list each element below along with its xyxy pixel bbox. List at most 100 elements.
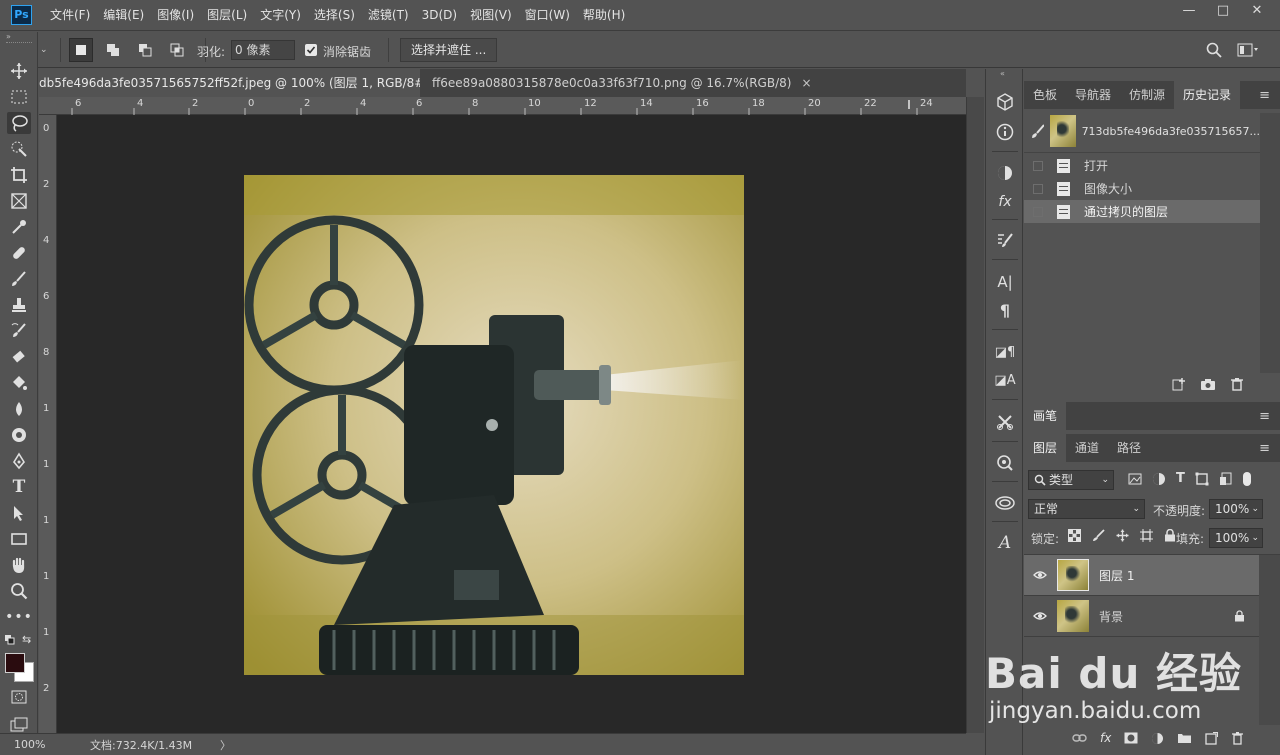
tab-paths[interactable]: 路径 (1108, 434, 1150, 462)
menu-filter[interactable]: 滤镜(T) (368, 0, 409, 31)
vertical-scrollbar[interactable] (966, 97, 984, 733)
add-selection-button[interactable] (101, 38, 125, 62)
lock-artboard-icon[interactable] (1140, 529, 1153, 542)
marquee-tool-icon[interactable] (7, 86, 31, 108)
filter-toggle-switch[interactable] (1242, 472, 1251, 486)
tab-document-2[interactable]: ff6ee89a0880315878e0c0a33f63f710.png @ 1… (420, 69, 822, 97)
eye-icon[interactable] (1033, 570, 1047, 580)
collapse-icon[interactable]: » (6, 32, 11, 41)
history-source-checkbox[interactable] (1033, 183, 1043, 194)
clone-stamp-tool-icon[interactable] (7, 294, 31, 316)
paint-bucket-tool-icon[interactable] (7, 372, 31, 394)
adjustment-layer-filter-icon[interactable] (1152, 472, 1166, 486)
history-source-checkbox[interactable] (1033, 206, 1043, 217)
zoom-tool-icon[interactable] (7, 580, 31, 602)
history-snapshot[interactable]: 713db5fe496da3fe035715657... (1024, 113, 1260, 149)
canvas-area[interactable] (57, 115, 966, 733)
eraser-tool-icon[interactable] (7, 346, 31, 368)
blur-tool-icon[interactable] (7, 398, 31, 420)
adjustments-icon[interactable] (994, 162, 1016, 184)
crop-tool-icon[interactable] (7, 164, 31, 186)
libraries-icon[interactable] (994, 492, 1016, 514)
history-brush-tool-icon[interactable] (7, 320, 31, 342)
type-tool-icon[interactable]: T (7, 476, 31, 498)
dodge-tool-icon[interactable] (7, 424, 31, 446)
eyedropper-tool-icon[interactable] (7, 216, 31, 238)
tab-brushes[interactable]: 画笔 (1024, 402, 1067, 430)
lasso-tool-icon[interactable] (7, 112, 31, 134)
menu-file[interactable]: 文件(F) (50, 0, 90, 31)
close-button[interactable]: ✕ (1240, 0, 1274, 22)
shape-layer-filter-icon[interactable] (1195, 472, 1209, 486)
tab-clone-source[interactable]: 仿制源 (1120, 81, 1174, 109)
collapse-icon[interactable]: « (1000, 69, 1005, 78)
menu-help[interactable]: 帮助(H) (583, 0, 625, 31)
trash-icon[interactable] (1230, 377, 1244, 391)
document-image[interactable] (244, 175, 744, 675)
pixel-layer-filter-icon[interactable] (1128, 472, 1142, 486)
select-and-mask-button[interactable]: 选择并遮住 ... (400, 38, 498, 62)
history-item-selected[interactable]: 通过拷贝的图层 (1024, 200, 1260, 223)
character-styles-icon[interactable]: ◪A (994, 369, 1016, 391)
status-menu-arrow[interactable]: 〉 (220, 737, 231, 753)
tab-channels[interactable]: 通道 (1066, 434, 1108, 462)
history-item[interactable]: 图像大小 (1024, 177, 1260, 200)
intersect-selection-button[interactable] (165, 38, 189, 62)
menu-edit[interactable]: 编辑(E) (103, 0, 144, 31)
menu-image[interactable]: 图像(I) (157, 0, 194, 31)
opacity-input[interactable]: 100% ⌄ (1209, 499, 1263, 519)
restore-button[interactable]: □ (1206, 0, 1240, 22)
panel-menu-icon[interactable]: ≡ (1259, 88, 1270, 103)
panel-menu-icon[interactable]: ≡ (1259, 441, 1270, 456)
eye-icon[interactable] (1033, 611, 1047, 621)
character-icon[interactable]: A| (994, 271, 1016, 293)
minimize-button[interactable]: — (1172, 0, 1206, 22)
paragraph-styles-icon[interactable]: ◪¶ (994, 341, 1016, 363)
menu-3d[interactable]: 3D(D) (422, 0, 457, 31)
type-layer-filter-icon[interactable]: T (1176, 472, 1185, 486)
history-item[interactable]: 打开 (1024, 154, 1260, 177)
tab-history[interactable]: 历史记录 (1174, 81, 1241, 109)
quick-selection-tool-icon[interactable] (7, 138, 31, 160)
info-icon[interactable] (994, 121, 1016, 143)
grip-handle[interactable] (6, 42, 32, 44)
menu-window[interactable]: 窗口(W) (525, 0, 570, 31)
history-scrollbar[interactable] (1260, 113, 1280, 373)
lock-transparency-icon[interactable] (1068, 529, 1081, 542)
zoom-level[interactable]: 100% (14, 738, 84, 751)
tool-presets-icon[interactable] (994, 411, 1016, 433)
camera-icon[interactable] (1200, 377, 1216, 391)
tab-swatches[interactable]: 色板 (1024, 81, 1066, 109)
path-selection-tool-icon[interactable] (7, 502, 31, 524)
3d-icon[interactable] (994, 91, 1016, 113)
menu-type[interactable]: 文字(Y) (260, 0, 301, 31)
lock-position-move-icon[interactable] (1116, 529, 1129, 542)
default-colors-icon[interactable] (5, 635, 15, 645)
styles-fx-icon[interactable]: fx (994, 191, 1016, 213)
more-tools-icon[interactable]: ••• (5, 606, 32, 628)
brush-tool-icon[interactable] (7, 268, 31, 290)
tab-document-1[interactable]: db5fe496da3fe03571565752ff52f.jpeg @ 100… (39, 69, 420, 97)
menu-view[interactable]: 视图(V) (470, 0, 512, 31)
quick-mask-icon[interactable] (7, 686, 31, 708)
move-tool-icon[interactable] (7, 60, 31, 82)
glyphs-icon[interactable]: A (994, 532, 1016, 554)
fill-input[interactable]: 100% ⌄ (1209, 528, 1263, 548)
antialias-checkbox[interactable] (305, 44, 317, 56)
swap-colors-icon[interactable]: ⇆ (22, 633, 31, 646)
lock-pixels-brush-icon[interactable] (1092, 529, 1105, 542)
new-document-from-state-icon[interactable] (1172, 377, 1186, 391)
learn-icon[interactable] (994, 452, 1016, 474)
layer-name[interactable]: 背景 (1099, 608, 1123, 625)
foreground-color-swatch[interactable] (5, 653, 25, 673)
layer-row-background[interactable]: 背景 (1024, 596, 1259, 637)
layer-row-layer-1[interactable]: 图层 1 (1024, 555, 1259, 596)
smart-object-filter-icon[interactable] (1219, 472, 1233, 486)
rectangle-tool-icon[interactable] (7, 528, 31, 550)
lock-all-icon[interactable] (1164, 529, 1176, 542)
feather-input[interactable]: 0 像素 (231, 40, 295, 60)
new-selection-button[interactable] (68, 38, 93, 62)
history-source-checkbox[interactable] (1033, 160, 1043, 171)
chevron-down-icon[interactable]: ⌄ (40, 45, 48, 55)
layer-name[interactable]: 图层 1 (1099, 567, 1134, 584)
